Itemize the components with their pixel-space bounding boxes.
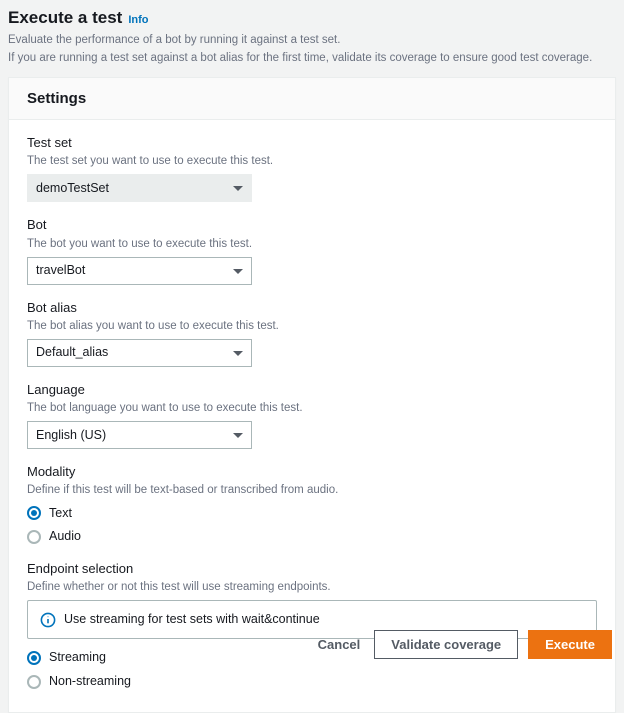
chevron-down-icon: [233, 433, 243, 438]
endpoint-nonstreaming-label[interactable]: Non-streaming: [49, 673, 131, 691]
alias-select[interactable]: Default_alias: [27, 339, 252, 367]
endpoint-streaming-label[interactable]: Streaming: [49, 649, 106, 667]
bot-help: The bot you want to use to execute this …: [27, 236, 597, 252]
bot-label: Bot: [27, 216, 597, 234]
modality-text-label[interactable]: Text: [49, 505, 72, 523]
modality-audio-label[interactable]: Audio: [49, 528, 81, 546]
testset-select: demoTestSet: [27, 174, 252, 202]
alias-help: The bot alias you want to use to execute…: [27, 318, 597, 334]
language-value: English (US): [36, 427, 106, 445]
testset-label: Test set: [27, 134, 597, 152]
chevron-down-icon: [233, 186, 243, 191]
endpoint-label: Endpoint selection: [27, 560, 597, 578]
alias-value: Default_alias: [36, 344, 108, 362]
chevron-down-icon: [233, 269, 243, 274]
bot-select[interactable]: travelBot: [27, 257, 252, 285]
page-description-line1: Evaluate the performance of a bot by run…: [8, 32, 616, 49]
language-help: The bot language you want to use to exec…: [27, 400, 597, 416]
modality-help: Define if this test will be text-based o…: [27, 482, 597, 498]
field-alias: Bot alias The bot alias you want to use …: [27, 299, 597, 367]
endpoint-streaming-radio[interactable]: [27, 651, 41, 665]
execute-button[interactable]: Execute: [528, 630, 612, 659]
endpoint-infobox-text: Use streaming for test sets with wait&co…: [64, 611, 320, 629]
language-label: Language: [27, 381, 597, 399]
footer-actions: Cancel Validate coverage Execute: [314, 630, 612, 659]
field-modality: Modality Define if this test will be tex…: [27, 463, 597, 545]
testset-help: The test set you want to use to execute …: [27, 153, 597, 169]
modality-label: Modality: [27, 463, 597, 481]
settings-panel-title: Settings: [9, 78, 615, 120]
field-endpoint: Endpoint selection Define whether or not…: [27, 560, 597, 691]
modality-audio-radio[interactable]: [27, 530, 41, 544]
info-link[interactable]: Info: [128, 13, 148, 28]
endpoint-help: Define whether or not this test will use…: [27, 579, 597, 595]
page-title: Execute a test: [8, 6, 122, 30]
language-select[interactable]: English (US): [27, 421, 252, 449]
bot-value: travelBot: [36, 262, 85, 280]
validate-coverage-button[interactable]: Validate coverage: [374, 630, 518, 659]
settings-panel: Settings Test set The test set you want …: [8, 77, 616, 713]
field-language: Language The bot language you want to us…: [27, 381, 597, 449]
page-description-line2: If you are running a test set against a …: [8, 50, 616, 67]
alias-label: Bot alias: [27, 299, 597, 317]
chevron-down-icon: [233, 351, 243, 356]
testset-value: demoTestSet: [36, 180, 109, 198]
cancel-button[interactable]: Cancel: [314, 631, 365, 658]
info-icon: [40, 612, 56, 628]
endpoint-nonstreaming-radio[interactable]: [27, 675, 41, 689]
field-bot: Bot The bot you want to use to execute t…: [27, 216, 597, 284]
field-testset: Test set The test set you want to use to…: [27, 134, 597, 202]
modality-text-radio[interactable]: [27, 506, 41, 520]
